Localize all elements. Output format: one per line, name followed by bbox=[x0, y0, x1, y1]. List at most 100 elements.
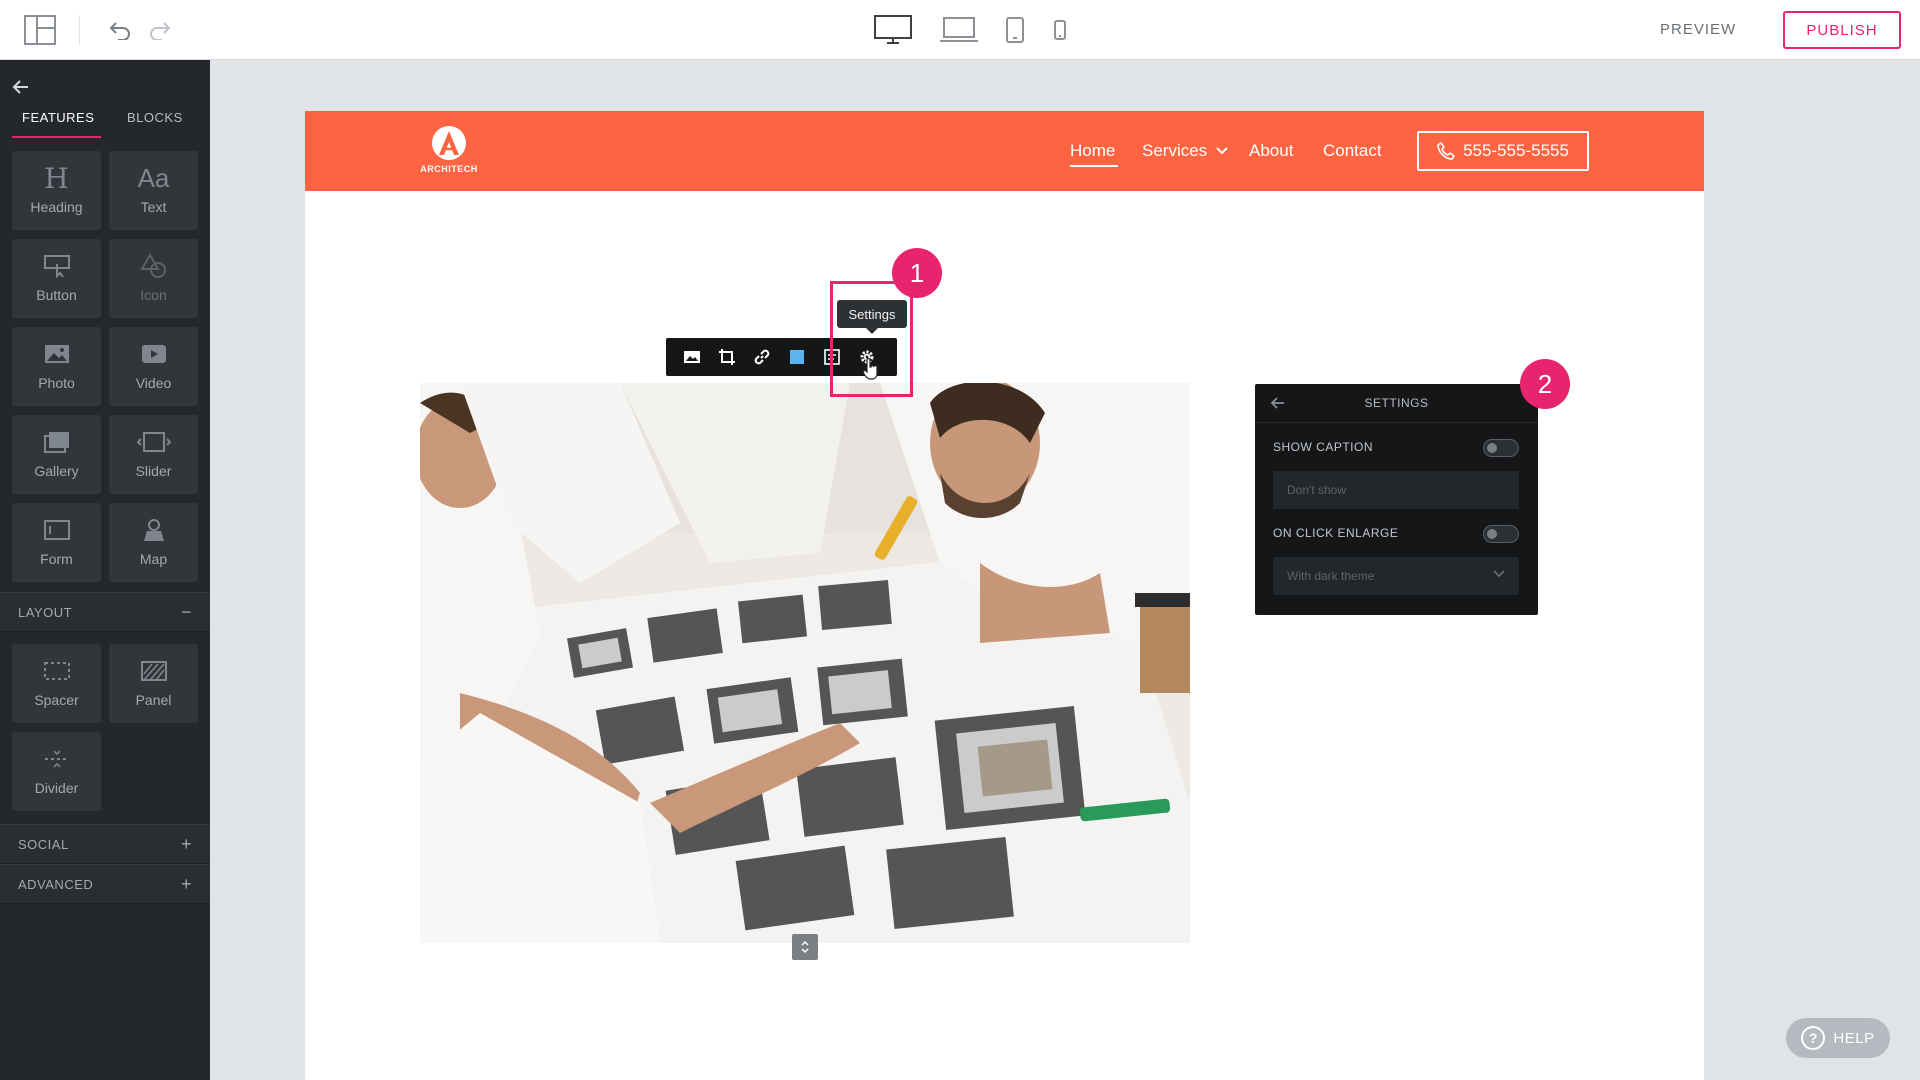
collapse-icon[interactable]: − bbox=[181, 602, 192, 623]
site-logo[interactable]: ARCHITECH bbox=[419, 125, 479, 181]
nav-services-label: Services bbox=[1142, 141, 1208, 160]
feature-text[interactable]: Aa Text bbox=[109, 151, 198, 230]
text-icon: Aa bbox=[137, 162, 170, 193]
button-icon bbox=[43, 251, 71, 281]
top-bar: PREVIEW PUBLISH bbox=[0, 0, 1920, 60]
feature-slider[interactable]: Slider bbox=[109, 415, 198, 494]
link-icon[interactable] bbox=[750, 345, 774, 369]
team-architects-photo bbox=[420, 383, 1190, 943]
settings-title: SETTINGS bbox=[1364, 396, 1429, 410]
layout-divider[interactable]: Divider bbox=[12, 732, 101, 811]
preview-button[interactable]: PREVIEW bbox=[1660, 18, 1736, 42]
feature-form[interactable]: Form bbox=[12, 503, 101, 582]
chevron-down-icon bbox=[1216, 147, 1228, 155]
section-layout[interactable]: LAYOUT − bbox=[0, 592, 210, 632]
laptop-icon[interactable] bbox=[938, 12, 980, 48]
resize-handle-icon[interactable] bbox=[792, 934, 818, 960]
site-navbar[interactable]: ARCHITECH Home Services About Contact 55… bbox=[305, 111, 1704, 191]
feature-label: Map bbox=[139, 551, 168, 567]
question-icon: ? bbox=[1801, 1026, 1826, 1050]
feature-label: Video bbox=[135, 375, 172, 391]
color-icon[interactable] bbox=[785, 345, 809, 369]
callout-badge-1: 1 bbox=[892, 248, 942, 298]
feature-icon[interactable]: Icon bbox=[109, 239, 198, 318]
layout-label: Spacer bbox=[34, 692, 79, 708]
desktop-icon[interactable] bbox=[872, 12, 914, 48]
feature-gallery[interactable]: Gallery bbox=[12, 415, 101, 494]
back-arrow-icon[interactable] bbox=[12, 78, 30, 96]
nav-active-underline bbox=[1070, 165, 1118, 167]
tab-blocks[interactable]: BLOCKS bbox=[127, 110, 183, 125]
feature-label: Slider bbox=[135, 463, 172, 479]
nav-home[interactable]: Home bbox=[1070, 140, 1115, 162]
phone-button[interactable]: 555-555-5555 bbox=[1417, 131, 1589, 171]
nav-about[interactable]: About bbox=[1249, 140, 1293, 162]
spacer-icon bbox=[43, 656, 71, 686]
panel-icon bbox=[140, 656, 168, 686]
redo-icon[interactable] bbox=[146, 14, 174, 46]
slider-icon bbox=[136, 427, 171, 457]
on-click-enlarge-toggle[interactable] bbox=[1483, 525, 1519, 543]
nav-services[interactable]: Services bbox=[1142, 140, 1228, 162]
publish-button[interactable]: PUBLISH bbox=[1783, 11, 1901, 49]
gallery-icon bbox=[43, 427, 71, 457]
callout-badge-2: 2 bbox=[1520, 359, 1570, 409]
section-label: SOCIAL bbox=[18, 836, 69, 852]
replace-image-icon[interactable] bbox=[680, 345, 704, 369]
feature-label: Form bbox=[40, 551, 73, 567]
on-click-enlarge-label: ON CLICK ENLARGE bbox=[1273, 526, 1399, 540]
divider-icon bbox=[43, 744, 71, 774]
tablet-icon[interactable] bbox=[1004, 12, 1026, 48]
layout-spacer[interactable]: Spacer bbox=[12, 644, 101, 723]
feature-photo[interactable]: Photo bbox=[12, 327, 101, 406]
toggle-knob bbox=[1487, 443, 1497, 453]
chevron-down-icon bbox=[1493, 570, 1505, 578]
undo-icon[interactable] bbox=[106, 14, 134, 46]
architech-logo-icon bbox=[432, 126, 466, 160]
toolbar-separator bbox=[79, 15, 80, 45]
nav-contact[interactable]: Contact bbox=[1323, 140, 1382, 162]
feature-label: Icon bbox=[140, 287, 167, 303]
on-click-enlarge-select[interactable]: With dark theme bbox=[1273, 557, 1519, 595]
mobile-icon[interactable] bbox=[1052, 12, 1068, 48]
feature-heading[interactable]: H Heading bbox=[12, 151, 101, 230]
layout-icon[interactable] bbox=[22, 14, 58, 46]
logo-text: ARCHITECH bbox=[420, 164, 478, 174]
layout-label: Panel bbox=[135, 692, 172, 708]
section-advanced[interactable]: ADVANCED + bbox=[0, 864, 210, 904]
settings-highlight-box bbox=[830, 281, 913, 397]
sidebar: FEATURES BLOCKS H Heading Aa Text Button… bbox=[0, 60, 210, 1080]
form-icon bbox=[43, 515, 71, 545]
phone-icon bbox=[1437, 142, 1456, 160]
section-social[interactable]: SOCIAL + bbox=[0, 824, 210, 864]
show-caption-select[interactable]: Don't show bbox=[1273, 471, 1519, 509]
section-label: ADVANCED bbox=[18, 876, 94, 892]
help-button[interactable]: ? HELP bbox=[1786, 1018, 1890, 1058]
video-icon bbox=[140, 339, 168, 369]
feature-label: Photo bbox=[38, 375, 75, 391]
feature-label: Gallery bbox=[34, 463, 79, 479]
feature-map[interactable]: Map bbox=[109, 503, 198, 582]
feature-label: Heading bbox=[30, 199, 83, 215]
expand-icon[interactable]: + bbox=[181, 834, 192, 855]
photo-icon bbox=[43, 339, 71, 369]
feature-label: Text bbox=[140, 199, 167, 215]
section-label: LAYOUT bbox=[18, 604, 73, 620]
help-label: HELP bbox=[1833, 1029, 1875, 1047]
phone-number: 555-555-5555 bbox=[1463, 141, 1569, 160]
tab-features[interactable]: FEATURES bbox=[22, 110, 94, 125]
feature-button[interactable]: Button bbox=[12, 239, 101, 318]
selected-photo[interactable] bbox=[420, 383, 1190, 943]
show-caption-value: Don't show bbox=[1287, 483, 1346, 497]
on-click-enlarge-value: With dark theme bbox=[1287, 569, 1375, 583]
show-caption-toggle[interactable] bbox=[1483, 439, 1519, 457]
active-tab-indicator bbox=[12, 136, 101, 138]
map-icon bbox=[141, 515, 167, 545]
shapes-icon bbox=[139, 251, 168, 281]
feature-video[interactable]: Video bbox=[109, 327, 198, 406]
expand-icon[interactable]: + bbox=[181, 874, 192, 895]
layout-panel[interactable]: Panel bbox=[109, 644, 198, 723]
show-caption-label: SHOW CAPTION bbox=[1273, 440, 1374, 454]
settings-header: SETTINGS bbox=[1255, 384, 1538, 423]
crop-icon[interactable] bbox=[715, 345, 739, 369]
